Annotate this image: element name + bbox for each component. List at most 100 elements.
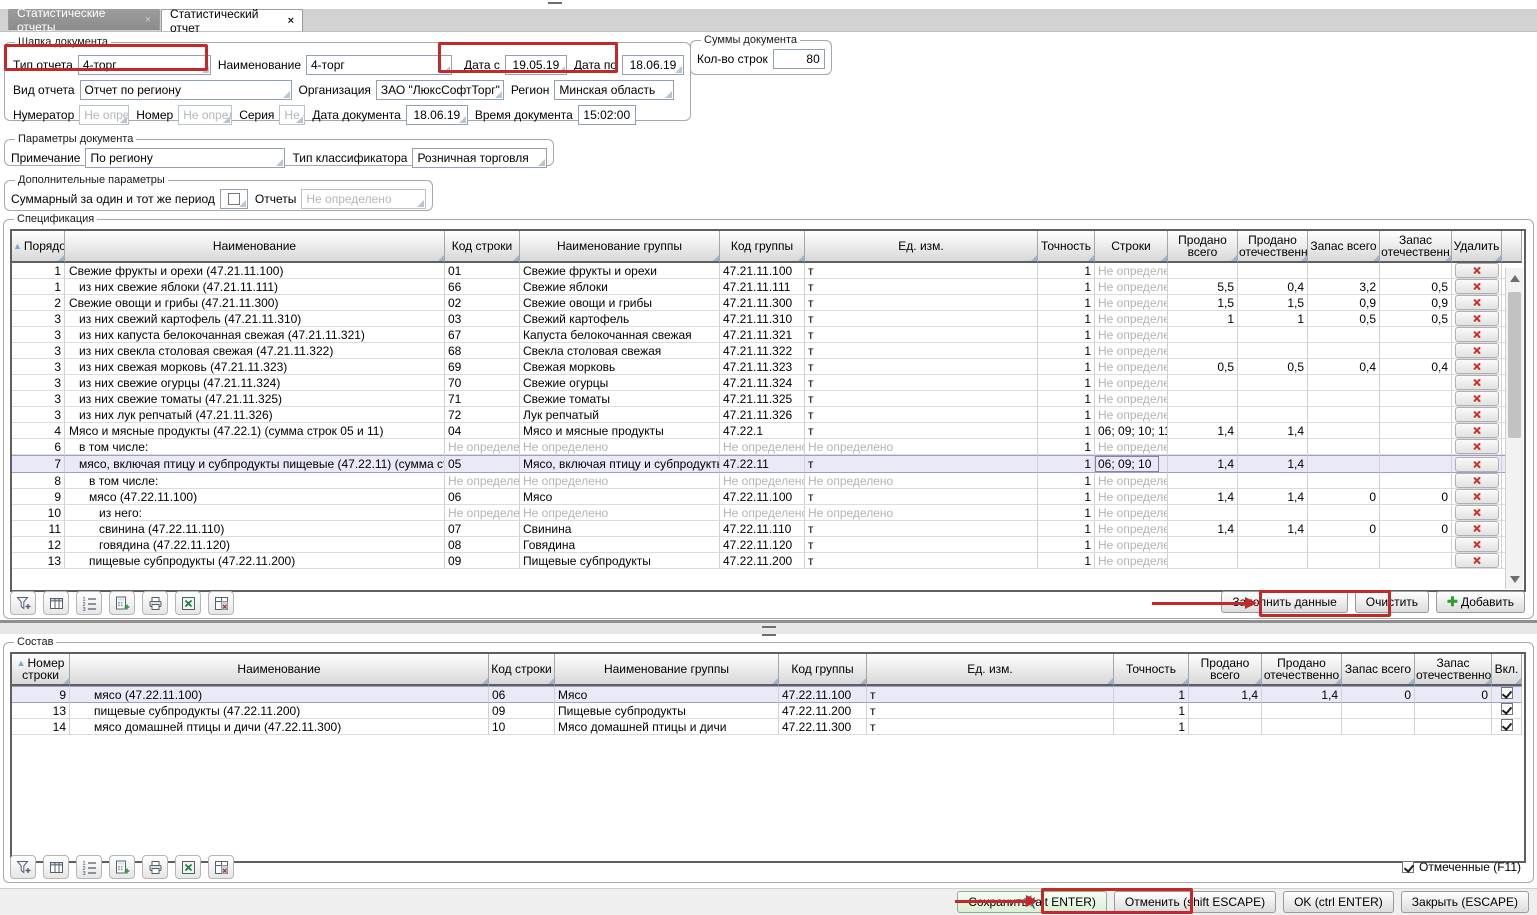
- name-cell[interactable]: из них свежий картофель (47.21.11.310): [65, 311, 445, 327]
- lines-cell[interactable]: Не определено: [1095, 537, 1168, 553]
- stock-domestic-cell[interactable]: 0,5: [1380, 279, 1452, 295]
- group-name-cell[interactable]: Мясо: [555, 686, 779, 703]
- sold-domestic-cell[interactable]: 0,4: [1238, 279, 1308, 295]
- scroll-up-button[interactable]: [1506, 270, 1523, 286]
- stock-total-cell[interactable]: [1308, 263, 1380, 279]
- group-name-cell[interactable]: Свежая морковь: [520, 359, 720, 375]
- sostav-table-row[interactable]: 9мясо (47.22.11.100)06Мясо47.22.11.100т1…: [12, 686, 1522, 703]
- stock-domestic-cell[interactable]: [1380, 455, 1452, 473]
- sostav-column-header-1[interactable]: Наименование: [70, 654, 489, 686]
- line-number-cell[interactable]: 9: [12, 686, 70, 703]
- sold-total-cell[interactable]: [1168, 407, 1238, 423]
- sold-domestic-cell[interactable]: [1238, 343, 1308, 359]
- unit-cell[interactable]: т: [805, 375, 1038, 391]
- spec-table-row[interactable]: 2Свежие овощи и грибы (47.21.11.300)02Св…: [12, 295, 1522, 311]
- stock-domestic-cell[interactable]: [1415, 703, 1492, 719]
- group-name-cell[interactable]: Свежие фрукты и орехи: [520, 263, 720, 279]
- sold-total-cell[interactable]: 1,4: [1168, 521, 1238, 537]
- precision-cell[interactable]: 1: [1114, 686, 1189, 703]
- order-cell[interactable]: 3: [12, 311, 65, 327]
- precision-cell[interactable]: 1: [1038, 553, 1095, 569]
- stock-total-cell[interactable]: [1308, 391, 1380, 407]
- stock-total-cell[interactable]: [1308, 505, 1380, 521]
- excel-export-button[interactable]: [175, 855, 201, 879]
- group-name-cell[interactable]: Не определено: [520, 439, 720, 455]
- precision-cell[interactable]: 1: [1114, 719, 1189, 735]
- delete-cell[interactable]: [1452, 311, 1502, 327]
- precision-cell[interactable]: 1: [1038, 473, 1095, 489]
- unit-cell[interactable]: т: [805, 359, 1038, 375]
- group-name-cell[interactable]: Свежие огурцы: [520, 375, 720, 391]
- tab-close-icon[interactable]: ×: [288, 16, 294, 26]
- lines-cell[interactable]: Не определено: [1095, 407, 1168, 423]
- group-code-cell[interactable]: 47.22.11.200: [720, 553, 805, 569]
- row-code-cell[interactable]: 09: [445, 553, 520, 569]
- unit-cell[interactable]: т: [805, 521, 1038, 537]
- ok-button[interactable]: OK (ctrl ENTER): [1283, 891, 1394, 913]
- included-checkbox[interactable]: [1501, 687, 1513, 699]
- stock-total-cell[interactable]: [1308, 455, 1380, 473]
- group-code-cell[interactable]: 47.22.11: [720, 455, 805, 473]
- lines-cell[interactable]: Не определено: [1095, 489, 1168, 505]
- delete-cell[interactable]: [1452, 391, 1502, 407]
- sold-total-cell[interactable]: [1168, 505, 1238, 521]
- order-cell[interactable]: 2: [12, 295, 65, 311]
- order-cell[interactable]: 11: [12, 521, 65, 537]
- row-code-cell[interactable]: 04: [445, 423, 520, 439]
- precision-cell[interactable]: 1: [1038, 521, 1095, 537]
- lines-cell[interactable]: Не определено: [1095, 553, 1168, 569]
- group-name-cell[interactable]: Свежие томаты: [520, 391, 720, 407]
- spec-table-row[interactable]: 10из него:Не определеноНе определеноНе о…: [12, 505, 1522, 521]
- sold-total-cell[interactable]: [1168, 327, 1238, 343]
- order-cell[interactable]: 13: [12, 553, 65, 569]
- row-code-cell[interactable]: 07: [445, 521, 520, 537]
- group-code-cell[interactable]: 47.22.1: [720, 423, 805, 439]
- spec-table-row[interactable]: 3из них капуста белокочанная свежая (47.…: [12, 327, 1522, 343]
- delete-cell[interactable]: [1452, 473, 1502, 489]
- sold-domestic-cell[interactable]: 1,5: [1238, 295, 1308, 311]
- sold-domestic-cell[interactable]: [1238, 439, 1308, 455]
- precision-cell[interactable]: 1: [1038, 537, 1095, 553]
- sold-total-cell[interactable]: 1,4: [1168, 423, 1238, 439]
- precision-cell[interactable]: 1: [1038, 489, 1095, 505]
- stock-total-cell[interactable]: [1342, 719, 1415, 735]
- stock-total-cell[interactable]: [1308, 537, 1380, 553]
- group-code-cell[interactable]: 47.22.11.300: [779, 719, 867, 735]
- sold-domestic-cell[interactable]: [1238, 473, 1308, 489]
- row-code-cell[interactable]: 72: [445, 407, 520, 423]
- order-cell[interactable]: 3: [12, 343, 65, 359]
- row-numbering-button[interactable]: 123: [76, 855, 102, 879]
- delete-cell[interactable]: [1452, 553, 1502, 569]
- name-cell[interactable]: Свежие фрукты и орехи (47.21.11.100): [65, 263, 445, 279]
- name-cell[interactable]: из них капуста белокочанная свежая (47.2…: [65, 327, 445, 343]
- delete-cell[interactable]: [1452, 263, 1502, 279]
- unit-cell[interactable]: Не определено: [805, 473, 1038, 489]
- order-cell[interactable]: 10: [12, 505, 65, 521]
- name-cell[interactable]: говядина (47.22.11.120): [65, 537, 445, 553]
- stock-domestic-cell[interactable]: [1380, 423, 1452, 439]
- spec-table-row[interactable]: 9мясо (47.22.11.100)06Мясо47.22.11.100т1…: [12, 489, 1522, 505]
- delete-row-button[interactable]: [1455, 423, 1499, 438]
- spec-column-header-8[interactable]: Продано всего: [1168, 231, 1238, 263]
- spec-column-header-2[interactable]: Код строки: [445, 231, 520, 263]
- sold-total-cell[interactable]: [1168, 391, 1238, 407]
- lines-cell[interactable]: Не определено: [1095, 391, 1168, 407]
- sostav-column-header-8[interactable]: Продано отечественно: [1262, 654, 1342, 686]
- delete-row-button[interactable]: [1455, 457, 1499, 472]
- sold-total-cell[interactable]: [1168, 537, 1238, 553]
- sold-total-cell[interactable]: 0,5: [1168, 359, 1238, 375]
- sold-total-cell[interactable]: [1168, 343, 1238, 359]
- same-period-summary-checkbox[interactable]: [220, 189, 248, 209]
- precision-cell[interactable]: 1: [1038, 263, 1095, 279]
- stock-total-cell[interactable]: [1308, 343, 1380, 359]
- row-code-cell[interactable]: 01: [445, 263, 520, 279]
- included-checkbox[interactable]: [1501, 719, 1513, 731]
- sostav-column-header-3[interactable]: Наименование группы: [555, 654, 779, 686]
- filter-add-button[interactable]: [10, 855, 36, 879]
- spec-table-row[interactable]: 3из них свежие томаты (47.21.11.325)71Св…: [12, 391, 1522, 407]
- precision-cell[interactable]: 1: [1038, 391, 1095, 407]
- name-cell[interactable]: мясо, включая птицу и субпродукты пищевы…: [65, 455, 445, 473]
- spec-table-row[interactable]: 1 Свежие фрукты и орехи (47.21.11.100)01С…: [12, 263, 1522, 279]
- precision-cell[interactable]: 1: [1038, 295, 1095, 311]
- unit-cell[interactable]: т: [805, 423, 1038, 439]
